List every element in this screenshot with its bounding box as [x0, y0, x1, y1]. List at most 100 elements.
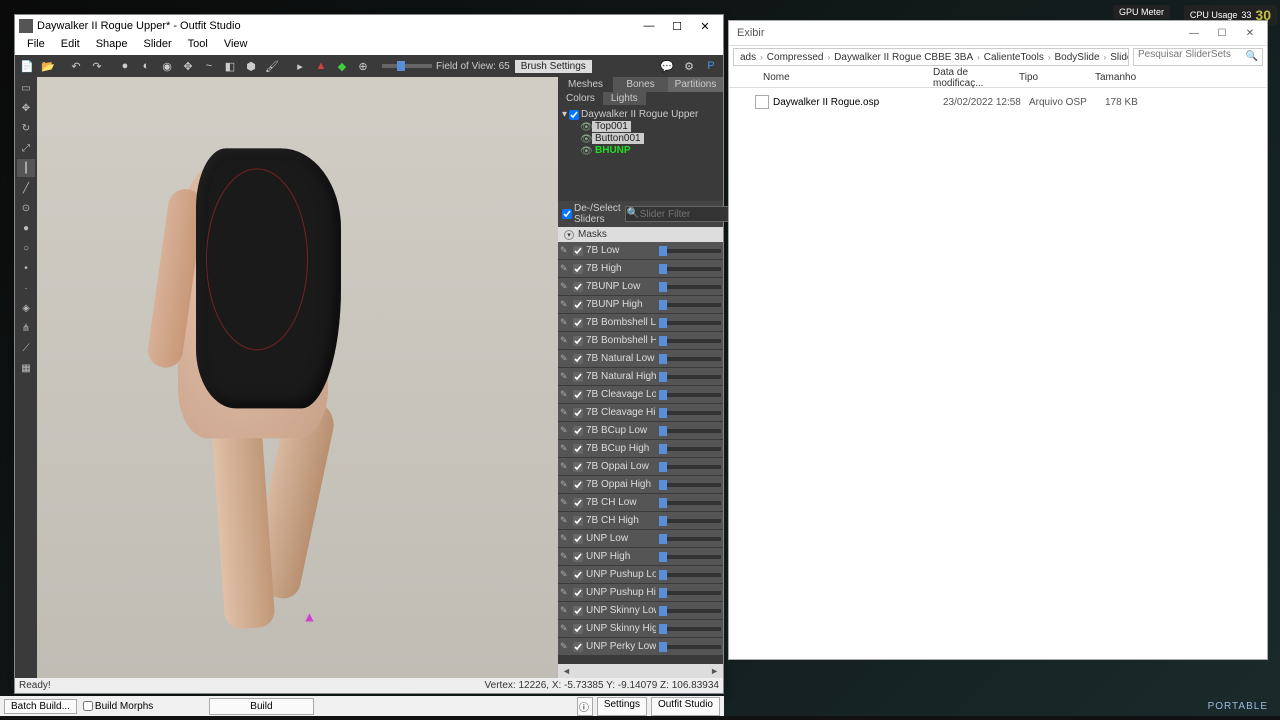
- masks-header[interactable]: ▾ Masks: [558, 227, 723, 242]
- 3d-viewport[interactable]: [37, 77, 558, 678]
- slider-row[interactable]: ✎ UNP Skinny Low: [558, 602, 723, 619]
- slider-row[interactable]: ✎ 7B High: [558, 260, 723, 277]
- slider-row[interactable]: ✎ 7B Natural Low: [558, 350, 723, 367]
- cube-tool-icon[interactable]: ◈: [17, 299, 35, 317]
- pan-tool-icon[interactable]: ✥: [17, 99, 35, 117]
- crumb-compressed[interactable]: Compressed: [765, 52, 826, 63]
- edit-slider-icon[interactable]: ✎: [560, 389, 570, 400]
- edit-slider-icon[interactable]: ✎: [560, 497, 570, 508]
- edit-slider-icon[interactable]: ✎: [560, 551, 570, 562]
- crumb-caliente[interactable]: CalienteTools: [982, 52, 1046, 63]
- edit-slider-icon[interactable]: ✎: [560, 587, 570, 598]
- slider-row[interactable]: ✎ 7BUNP High: [558, 296, 723, 313]
- edit-slider-icon[interactable]: ✎: [560, 605, 570, 616]
- slider-checkbox[interactable]: [573, 606, 583, 616]
- edit-slider-icon[interactable]: ✎: [560, 335, 570, 346]
- slider-checkbox[interactable]: [573, 390, 583, 400]
- file-row[interactable]: Daywalker II Rogue.osp 23/02/2022 12:58 …: [729, 92, 1267, 112]
- edit-connected-icon[interactable]: ◆: [332, 57, 352, 75]
- smooth-icon[interactable]: ~: [199, 57, 219, 75]
- slider-track[interactable]: [659, 339, 721, 343]
- seam-tool-icon[interactable]: ⋔: [17, 319, 35, 337]
- x-mirror-icon[interactable]: ▲: [311, 57, 331, 75]
- slider-track[interactable]: [659, 483, 721, 487]
- edit-slider-icon[interactable]: ✎: [560, 299, 570, 310]
- slider-track[interactable]: [659, 537, 721, 541]
- explorer-search[interactable]: 🔍: [1133, 48, 1263, 66]
- scale-tool-icon[interactable]: ⤢: [17, 139, 35, 157]
- build-morphs-checkbox[interactable]: [83, 701, 93, 711]
- slider-track[interactable]: [659, 645, 721, 649]
- col-size[interactable]: Tamanho: [1087, 72, 1144, 83]
- tab-bones[interactable]: Bones: [613, 77, 668, 92]
- menu-view[interactable]: View: [216, 37, 256, 55]
- slider-track[interactable]: [659, 393, 721, 397]
- slider-track[interactable]: [659, 555, 721, 559]
- slider-row[interactable]: ✎ UNP Pushup High: [558, 584, 723, 601]
- tab-meshes[interactable]: Meshes: [558, 77, 613, 92]
- slider-track[interactable]: [659, 591, 721, 595]
- titlebar[interactable]: Daywalker II Rogue Upper* - Outfit Studi…: [15, 15, 723, 37]
- brush-icon[interactable]: ●: [115, 57, 135, 75]
- tree-item-bhunp[interactable]: BHUNP: [592, 145, 634, 156]
- outfit-studio-button[interactable]: Outfit Studio: [651, 697, 720, 716]
- info-icon[interactable]: ⓘ: [577, 697, 593, 716]
- edit-slider-icon[interactable]: ✎: [560, 533, 570, 544]
- explorer-maximize-button[interactable]: ☐: [1209, 25, 1235, 41]
- edit-slider-icon[interactable]: ✎: [560, 623, 570, 634]
- edit-slider-icon[interactable]: ✎: [560, 245, 570, 256]
- slider-row[interactable]: ✎ UNP Low: [558, 530, 723, 547]
- settings-button[interactable]: Settings: [597, 697, 647, 716]
- horizontal-scrollbar[interactable]: ◄ ►: [558, 664, 723, 678]
- slider-checkbox[interactable]: [573, 408, 583, 418]
- visibility-icon[interactable]: 👁: [580, 146, 590, 156]
- mask-icon[interactable]: ◧: [220, 57, 240, 75]
- slider-track[interactable]: [659, 465, 721, 469]
- discord-icon[interactable]: 💬: [657, 57, 677, 75]
- github-icon[interactable]: ⚙: [679, 57, 699, 75]
- sphere-tool-icon[interactable]: ●: [17, 219, 35, 237]
- slider-checkbox[interactable]: [573, 570, 583, 580]
- slider-track[interactable]: [659, 375, 721, 379]
- edit-slider-icon[interactable]: ✎: [560, 353, 570, 364]
- menu-slider[interactable]: Slider: [136, 37, 180, 55]
- edit-slider-icon[interactable]: ✎: [560, 425, 570, 436]
- move-icon[interactable]: ✥: [178, 57, 198, 75]
- tab-partitions[interactable]: Partitions: [668, 77, 723, 92]
- crumb-slidersets[interactable]: SliderSets: [1108, 52, 1129, 63]
- fov-slider[interactable]: [382, 64, 432, 68]
- scroll-right-icon[interactable]: ►: [708, 666, 721, 676]
- slider-row[interactable]: ✎ 7B BCup High: [558, 440, 723, 457]
- slider-row[interactable]: ✎ 7B Bombshell Low: [558, 314, 723, 331]
- slider-track[interactable]: [659, 627, 721, 631]
- crumb-ads[interactable]: ads: [738, 52, 758, 63]
- edit-slider-icon[interactable]: ✎: [560, 515, 570, 526]
- redo-icon[interactable]: ↷: [87, 57, 107, 75]
- undo-icon[interactable]: ↶: [66, 57, 86, 75]
- open-project-icon[interactable]: 📂: [38, 57, 58, 75]
- dot-tool-icon[interactable]: ·: [17, 279, 35, 297]
- slider-row[interactable]: ✎ 7B Bombshell High: [558, 332, 723, 349]
- slider-track[interactable]: [659, 321, 721, 325]
- chevron-down-icon[interactable]: ▾: [564, 230, 574, 240]
- edit-slider-icon[interactable]: ✎: [560, 641, 570, 652]
- slider-row[interactable]: ✎ 7B Oppai High: [558, 476, 723, 493]
- slider-row[interactable]: ✎ 7BUNP Low: [558, 278, 723, 295]
- slider-checkbox[interactable]: [573, 462, 583, 472]
- file-list[interactable]: Daywalker II Rogue.osp 23/02/2022 12:58 …: [729, 88, 1267, 659]
- slider-track[interactable]: [659, 357, 721, 361]
- edge-tool-icon[interactable]: ╱: [17, 179, 35, 197]
- slider-row[interactable]: ✎ 7B BCup Low: [558, 422, 723, 439]
- visibility-icon[interactable]: 👁: [580, 122, 590, 132]
- breadcrumb[interactable]: ads› Compressed› Daywalker II Rogue CBBE…: [733, 48, 1129, 66]
- slider-checkbox[interactable]: [573, 336, 583, 346]
- slider-checkbox[interactable]: [573, 534, 583, 544]
- explorer-close-button[interactable]: ✕: [1237, 25, 1263, 41]
- close-button[interactable]: ✕: [691, 17, 719, 35]
- slider-row[interactable]: ✎ UNP High: [558, 548, 723, 565]
- slider-row[interactable]: ✎ 7B Cleavage High: [558, 404, 723, 421]
- slider-track[interactable]: [659, 519, 721, 523]
- slider-row[interactable]: ✎ 7B CH High: [558, 512, 723, 529]
- slider-track[interactable]: [659, 429, 721, 433]
- slider-checkbox[interactable]: [573, 318, 583, 328]
